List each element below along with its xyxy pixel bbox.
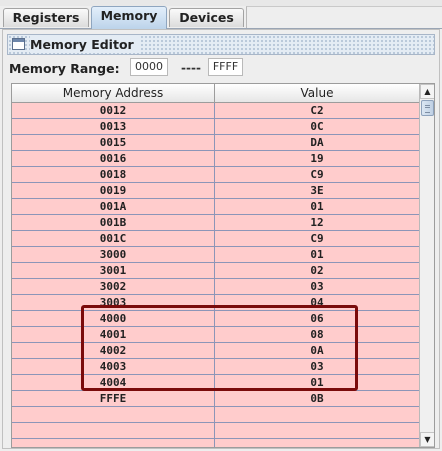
address-cell[interactable]: [12, 439, 215, 447]
memory-range-label: Memory Range:: [9, 61, 120, 76]
table-row[interactable]: [12, 407, 419, 423]
value-cell[interactable]: 01: [215, 247, 419, 262]
address-cell[interactable]: 0018: [12, 167, 215, 182]
value-cell[interactable]: [215, 407, 419, 422]
scrollbar-thumb[interactable]: [421, 100, 434, 116]
table-header: Memory Address Value: [12, 84, 419, 103]
window-icon: [12, 38, 25, 50]
address-cell[interactable]: 3002: [12, 279, 215, 294]
table-row[interactable]: 0012 C2: [12, 103, 419, 119]
table-row[interactable]: [12, 439, 419, 447]
table-row[interactable]: 0016 19: [12, 151, 419, 167]
table-body: 0012 C2 0013 0C 0015 DA 0016 19 0018 C9 0019 3E 001A…: [12, 103, 419, 447]
arrow-up-icon[interactable]: ▲: [420, 84, 434, 99]
tab-registers[interactable]: Registers: [3, 8, 89, 27]
value-cell[interactable]: [215, 439, 419, 447]
value-cell[interactable]: 03: [215, 279, 419, 294]
address-cell[interactable]: [12, 407, 215, 422]
table-row[interactable]: 0015 DA: [12, 135, 419, 151]
highlight-box: [81, 305, 358, 391]
value-cell[interactable]: [215, 423, 419, 438]
table-row[interactable]: [12, 423, 419, 439]
address-cell[interactable]: 001A: [12, 199, 215, 214]
tab-bar: Registers Memory Devices: [0, 6, 442, 29]
column-header-address[interactable]: Memory Address: [12, 84, 215, 102]
table-row[interactable]: 001B 12: [12, 215, 419, 231]
address-cell[interactable]: 0019: [12, 183, 215, 198]
value-cell[interactable]: 0B: [215, 391, 419, 406]
memory-table: Memory Address Value 0012 C2 0013 0C 0015 DA 0…: [11, 83, 435, 448]
frame-title: Memory Editor: [30, 36, 140, 53]
address-cell[interactable]: 3000: [12, 247, 215, 262]
table-row[interactable]: 3001 02: [12, 263, 419, 279]
column-header-value[interactable]: Value: [215, 84, 419, 102]
range-end-field[interactable]: FFFF: [208, 58, 243, 76]
table-row[interactable]: 001C C9: [12, 231, 419, 247]
value-cell[interactable]: 12: [215, 215, 419, 230]
address-cell[interactable]: 001B: [12, 215, 215, 230]
value-cell[interactable]: C9: [215, 167, 419, 182]
tab-memory[interactable]: Memory: [91, 6, 167, 29]
value-cell[interactable]: 02: [215, 263, 419, 278]
table-row[interactable]: 3000 01: [12, 247, 419, 263]
value-cell[interactable]: C2: [215, 103, 419, 118]
address-cell[interactable]: 3001: [12, 263, 215, 278]
tab-devices[interactable]: Devices: [169, 8, 244, 27]
internal-frame-titlebar[interactable]: Memory Editor: [7, 34, 435, 55]
address-cell[interactable]: FFFE: [12, 391, 215, 406]
tab-bar-filler: [246, 6, 442, 28]
value-cell[interactable]: 01: [215, 199, 419, 214]
address-cell[interactable]: [12, 423, 215, 438]
table-row[interactable]: 001A 01: [12, 199, 419, 215]
value-cell[interactable]: C9: [215, 231, 419, 246]
address-cell[interactable]: 0012: [12, 103, 215, 118]
table-row[interactable]: FFFE 0B: [12, 391, 419, 407]
arrow-down-icon[interactable]: ▼: [420, 432, 434, 447]
table-row[interactable]: 3002 03: [12, 279, 419, 295]
table-row[interactable]: 0013 0C: [12, 119, 419, 135]
address-cell[interactable]: 001C: [12, 231, 215, 246]
address-cell[interactable]: 0013: [12, 119, 215, 134]
table-row[interactable]: 0019 3E: [12, 183, 419, 199]
address-cell[interactable]: 0015: [12, 135, 215, 150]
range-separator: ----: [181, 61, 201, 75]
value-cell[interactable]: 0C: [215, 119, 419, 134]
address-cell[interactable]: 0016: [12, 151, 215, 166]
value-cell[interactable]: DA: [215, 135, 419, 150]
vertical-scrollbar[interactable]: ▲ ▼: [419, 84, 434, 447]
range-start-field[interactable]: 0000: [130, 58, 168, 76]
table-row[interactable]: 0018 C9: [12, 167, 419, 183]
value-cell[interactable]: 3E: [215, 183, 419, 198]
value-cell[interactable]: 19: [215, 151, 419, 166]
